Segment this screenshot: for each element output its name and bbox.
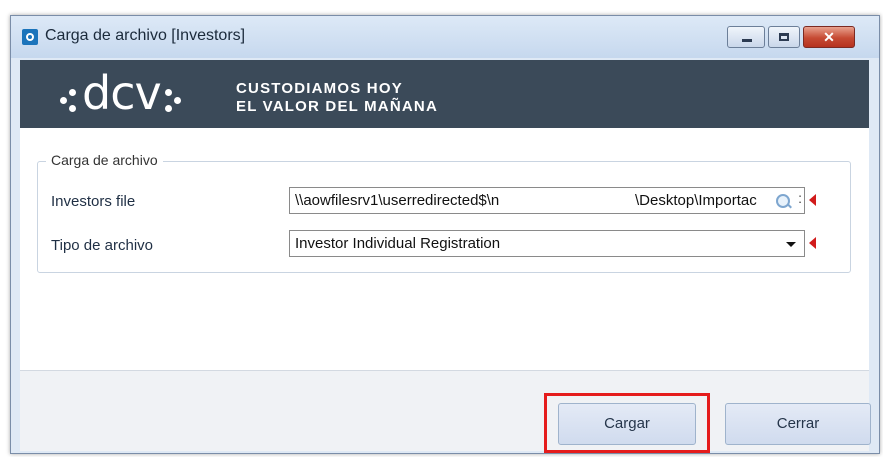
button-bar: Cargar Cerrar — [20, 370, 871, 453]
dropdown-arrow-icon[interactable] — [786, 242, 796, 247]
maximize-button[interactable] — [768, 26, 800, 48]
required-marker-icon — [809, 194, 816, 206]
maximize-icon — [779, 33, 789, 41]
upload-dialog: Carga de archivo [Investors] ✕ dcv CUSTO… — [10, 15, 880, 454]
logo-dots-right — [161, 77, 183, 117]
close-button[interactable]: Cerrar — [725, 403, 871, 445]
search-icon[interactable] — [776, 194, 790, 208]
logo-dots-left — [60, 77, 82, 117]
window-title: Carga de archivo [Investors] — [45, 27, 246, 44]
brand-banner: dcv CUSTODIAMOS HOY EL VALOR DEL MAÑANA — [20, 60, 869, 128]
required-marker-icon — [809, 237, 816, 249]
investors-file-label: Investors file — [51, 193, 136, 210]
slogan-line-2: EL VALOR DEL MAÑANA — [236, 98, 438, 115]
close-icon: ✕ — [823, 29, 835, 45]
close-window-button[interactable]: ✕ — [803, 26, 855, 48]
browse-dots[interactable]: : — [798, 190, 802, 206]
file-path-end: \Desktop\Importac — [635, 192, 757, 209]
investors-file-input[interactable]: \\aowfilesrv1\userredirected$\n \Desktop… — [289, 187, 805, 214]
slogan-line-1: CUSTODIAMOS HOY — [236, 80, 403, 97]
minimize-icon — [742, 39, 752, 42]
file-type-selected: Investor Individual Registration — [295, 235, 501, 252]
load-button-highlight — [544, 393, 710, 453]
logo-text: dcv — [82, 66, 162, 120]
form-area: Carga de archivo Investors file \\aowfil… — [20, 128, 869, 370]
minimize-button[interactable] — [727, 26, 765, 48]
groupbox-title: Carga de archivo — [46, 152, 163, 168]
upload-groupbox: Carga de archivo Investors file \\aowfil… — [37, 152, 851, 273]
dcv-logo: dcv — [60, 68, 183, 118]
slogan: CUSTODIAMOS HOY EL VALOR DEL MAÑANA — [236, 80, 438, 116]
file-type-label: Tipo de archivo — [51, 237, 153, 254]
file-path-start: \\aowfilesrv1\userredirected$\n — [295, 192, 500, 209]
app-icon — [22, 29, 38, 45]
title-bar: Carga de archivo [Investors] ✕ — [11, 16, 879, 58]
file-type-dropdown[interactable]: Investor Individual Registration — [289, 230, 805, 257]
